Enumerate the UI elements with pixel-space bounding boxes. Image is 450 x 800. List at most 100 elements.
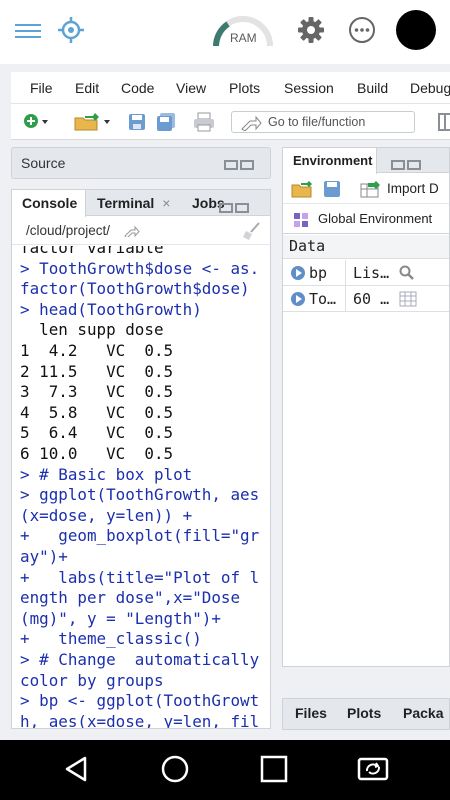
expand-icon[interactable] xyxy=(291,292,305,306)
recents-icon[interactable] xyxy=(259,754,289,784)
console-output-line: len supp dose xyxy=(20,320,164,340)
env-object-value: 60 … xyxy=(353,290,390,308)
tab-files[interactable]: Files xyxy=(295,705,327,721)
tab-environment[interactable]: Environment xyxy=(283,148,377,174)
environment-tabs: Environment xyxy=(283,148,449,175)
save-workspace-icon[interactable] xyxy=(323,180,341,198)
grid-layout-icon[interactable] xyxy=(438,113,450,136)
maximize-icon[interactable] xyxy=(235,203,249,213)
close-icon[interactable]: × xyxy=(162,195,170,211)
tab-console[interactable]: Console xyxy=(12,190,86,217)
save-icon[interactable] xyxy=(127,112,147,137)
system-nav-bar xyxy=(0,740,450,800)
menu-build[interactable]: Build xyxy=(357,80,388,96)
menu-session[interactable]: Session xyxy=(284,80,334,96)
import-dataset-icon[interactable] xyxy=(360,180,382,198)
back-icon[interactable] xyxy=(61,754,91,784)
console-output-line: 2 11.5 VC 0.5 xyxy=(20,361,174,381)
load-workspace-icon[interactable] xyxy=(291,180,313,198)
env-row-bp[interactable]: bp Lis… xyxy=(283,260,449,286)
console-command-line: (x=dose, y=len)) + xyxy=(20,505,193,525)
environment-window-buttons xyxy=(389,157,421,175)
gear-icon[interactable] xyxy=(296,15,326,45)
import-dataset-label[interactable]: Import D xyxy=(387,181,439,196)
go-to-file-input[interactable]: Go to file/function xyxy=(231,111,415,133)
go-to-placeholder: Go to file/function xyxy=(268,115,366,129)
env-object-value: Lis… xyxy=(353,264,390,282)
console-command-line: + geom_boxplot(fill="gr xyxy=(20,526,260,546)
console-output-line: 6 10.0 VC 0.5 xyxy=(20,444,174,463)
console-output-line: 4 5.8 VC 0.5 xyxy=(20,402,174,422)
console-output-line: 1 4.2 VC 0.5 xyxy=(20,341,174,360)
home-icon[interactable] xyxy=(160,754,190,784)
console-command-line: > # Basic box plot xyxy=(20,464,193,484)
data-section-title: Data xyxy=(289,237,326,255)
env-row-toothgrowth[interactable]: To… 60 … xyxy=(283,286,449,312)
minimize-icon[interactable] xyxy=(219,203,233,213)
console-command-line: + theme_classic() xyxy=(20,629,202,649)
search-icon[interactable] xyxy=(399,265,415,281)
menu-bar: File Edit Code View Plots Session Build … xyxy=(11,72,450,104)
console-command-line: > ggplot(ToothGrowth, aes xyxy=(20,485,260,505)
menu-view[interactable]: View xyxy=(176,80,206,96)
open-folder-icon[interactable] xyxy=(73,112,113,137)
working-directory: /cloud/project/ xyxy=(26,223,111,238)
rstudio-app: RAM File Edit Code View Plots Session Bu… xyxy=(0,0,450,800)
console-output-line: factor variable xyxy=(20,246,164,257)
app-top-bar: RAM xyxy=(0,0,450,64)
user-avatar[interactable] xyxy=(396,10,436,50)
expand-icon[interactable] xyxy=(291,266,305,280)
console-command-line: ay")+ xyxy=(20,547,68,566)
clear-console-icon[interactable] xyxy=(242,221,262,241)
screen-rotate-icon[interactable] xyxy=(356,754,390,784)
more-options-icon[interactable] xyxy=(347,15,377,45)
console-command-line: + labs(title="Plot of l xyxy=(20,567,260,587)
console-output[interactable]: factor variable > ToothGrowth$dose <- as.… xyxy=(12,246,270,729)
go-to-arrow-icon xyxy=(241,115,262,131)
tab-packages[interactable]: Packa xyxy=(403,705,443,721)
minimize-icon[interactable] xyxy=(224,160,238,170)
environment-toolbar: Import D xyxy=(283,174,449,204)
minimize-icon[interactable] xyxy=(391,160,405,170)
environment-pane: Environment Import D Global Environment … xyxy=(282,147,450,667)
environment-scope-selector[interactable]: Global Environment xyxy=(283,204,449,234)
tab-plots[interactable]: Plots xyxy=(347,705,381,721)
env-object-name: To… xyxy=(309,290,337,308)
table-view-icon[interactable] xyxy=(399,291,417,307)
console-command-line: > ToothGrowth$dose <- as. xyxy=(20,258,260,278)
tab-terminal[interactable]: Terminal × xyxy=(97,190,170,216)
source-pane-title[interactable]: Source xyxy=(21,155,65,171)
tab-terminal-label: Terminal xyxy=(97,195,155,211)
locate-target-icon[interactable] xyxy=(56,15,86,45)
console-output-line: 5 6.4 VC 0.5 xyxy=(20,423,174,443)
go-to-directory-icon[interactable] xyxy=(124,225,140,237)
new-file-icon[interactable] xyxy=(23,112,49,137)
console-command-line: factor(ToothGrowth$dose) xyxy=(20,279,250,299)
console-command-line: (mg)", y = "Length")+ xyxy=(20,608,221,628)
console-command-line: h, aes(x=dose, y=len, fil xyxy=(20,711,260,729)
console-window-buttons xyxy=(217,200,249,218)
data-section-header: Data xyxy=(283,235,449,259)
console-tabs: Console Terminal × Jobs xyxy=(12,190,270,218)
files-pane: Files Plots Packa xyxy=(282,698,450,730)
menu-debug[interactable]: Debug xyxy=(410,80,450,96)
console-command-line: > # Change automatically xyxy=(20,650,260,669)
menu-plots[interactable]: Plots xyxy=(229,80,260,96)
save-all-icon[interactable] xyxy=(155,112,177,137)
menu-file[interactable]: File xyxy=(30,80,53,96)
console-pane: Console Terminal × Jobs /cloud/project/ … xyxy=(11,189,271,729)
maximize-icon[interactable] xyxy=(407,160,421,170)
hamburger-menu-icon[interactable] xyxy=(15,24,41,38)
main-toolbar: Go to file/function xyxy=(11,104,450,140)
source-window-buttons xyxy=(222,157,254,175)
console-command-line: > bp <- ggplot(ToothGrowt xyxy=(20,691,260,711)
console-path-bar: /cloud/project/ xyxy=(12,217,270,245)
maximize-icon[interactable] xyxy=(240,160,254,170)
console-command-line: ength per dose",x="Dose xyxy=(20,588,241,608)
ram-gauge[interactable]: RAM xyxy=(212,14,274,48)
menu-edit[interactable]: Edit xyxy=(75,80,99,96)
menu-code[interactable]: Code xyxy=(121,80,154,96)
console-command-line: color by groups xyxy=(20,670,164,690)
print-icon[interactable] xyxy=(193,112,215,137)
source-pane: Source xyxy=(11,147,271,179)
